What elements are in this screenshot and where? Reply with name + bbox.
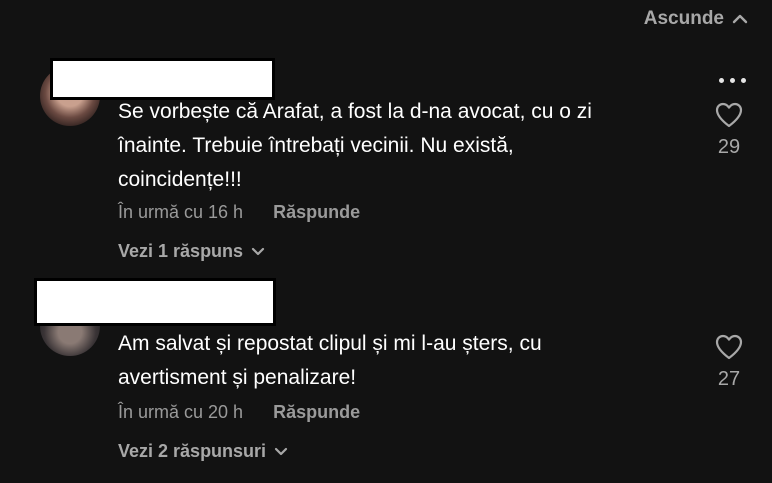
like-control: 27 bbox=[712, 334, 746, 391]
comment-meta: În urmă cu 20 h Răspunde bbox=[118, 402, 360, 423]
comment-text-line: coincidențe!!! bbox=[118, 168, 242, 191]
heart-icon[interactable] bbox=[715, 102, 743, 128]
view-replies-label: Vezi 2 răspunsuri bbox=[118, 441, 267, 461]
comment-text-line: Am salvat și repostat clipul și mi l-au … bbox=[118, 332, 542, 355]
chevron-down-icon bbox=[251, 247, 265, 256]
view-replies-button[interactable]: Vezi 2 răspunsuri bbox=[118, 441, 288, 462]
redacted-username bbox=[34, 278, 276, 326]
hide-replies-button[interactable]: Ascunde bbox=[644, 8, 748, 30]
comments-panel: Ascunde Se vorbește că Arafat, a fost la… bbox=[0, 0, 772, 483]
timestamp: În urmă cu 16 h bbox=[118, 202, 244, 222]
comment-text: Se vorbește că Arafat, a fost la d-na av… bbox=[118, 95, 698, 197]
reply-button[interactable]: Răspunde bbox=[273, 402, 360, 423]
more-options-button[interactable] bbox=[719, 78, 746, 83]
comment-meta: În urmă cu 16 h Răspunde bbox=[118, 202, 360, 223]
comment-text-line: înainte. Trebuie întrebați vecinii. Nu e… bbox=[118, 134, 514, 157]
chevron-down-icon bbox=[274, 447, 288, 456]
like-control: 29 bbox=[712, 102, 746, 159]
comment-text-line: Se vorbește că Arafat, a fost la d-na av… bbox=[118, 100, 592, 123]
comment-text-line: avertisment și penalizare! bbox=[118, 366, 357, 389]
reply-button[interactable]: Răspunde bbox=[273, 202, 360, 223]
comment-text: Am salvat și repostat clipul și mi l-au … bbox=[118, 327, 698, 395]
like-count: 27 bbox=[717, 368, 741, 390]
view-replies-label: Vezi 1 răspuns bbox=[118, 241, 244, 261]
like-count: 29 bbox=[717, 136, 741, 158]
view-replies-button[interactable]: Vezi 1 răspuns bbox=[118, 241, 265, 262]
hide-label: Ascunde bbox=[643, 8, 724, 29]
chevron-up-icon bbox=[732, 14, 748, 24]
redacted-username bbox=[50, 58, 275, 100]
timestamp: În urmă cu 20 h bbox=[118, 402, 244, 422]
heart-icon[interactable] bbox=[715, 334, 743, 360]
